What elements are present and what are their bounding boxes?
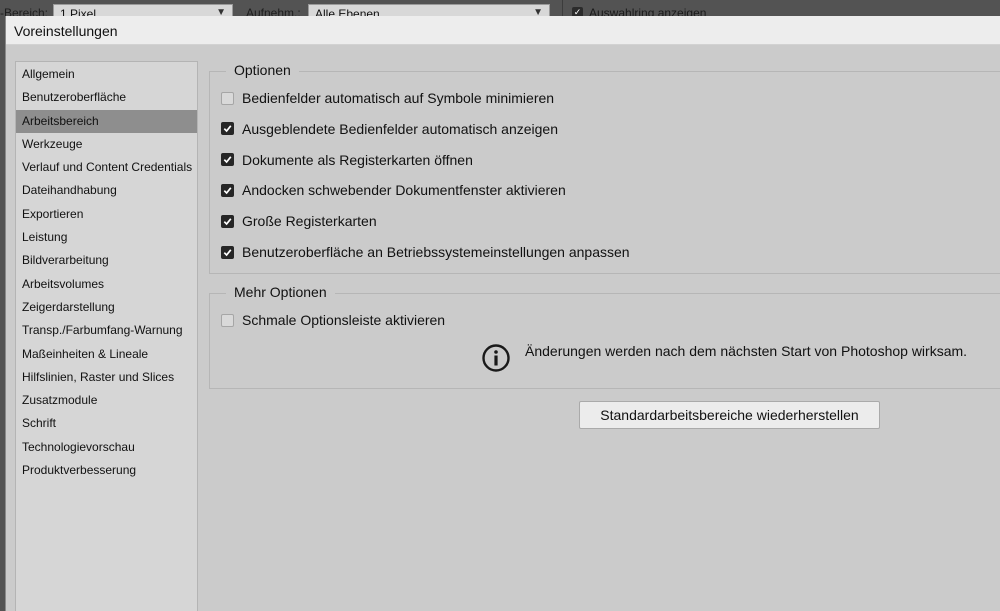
checkbox-checked[interactable] [221, 122, 234, 136]
sidebar-item[interactable]: Produktverbesserung [16, 459, 197, 482]
sidebar-item[interactable]: Werkzeuge [16, 133, 197, 156]
option-label: Benutzeroberfläche an Betriebssystemeins… [242, 244, 630, 260]
more-option-label: Schmale Optionsleiste aktivieren [242, 312, 446, 328]
sidebar-item[interactable]: Zeigerdarstellung [16, 296, 197, 319]
more-options-group-title: Mehr Optionen [226, 284, 335, 300]
sidebar-item[interactable]: Zusatzmodule [16, 389, 197, 412]
option-row[interactable]: Andocken schwebender Dokumentfenster akt… [221, 180, 566, 200]
sidebar-item[interactable]: Leistung [16, 226, 197, 249]
option-row[interactable]: Benutzeroberfläche an Betriebssystemeins… [221, 242, 630, 262]
checkbox-checked[interactable] [221, 183, 234, 197]
option-row[interactable]: Ausgeblendete Bedienfelder automatisch a… [221, 119, 558, 139]
sidebar-item[interactable]: Arbeitsvolumes [16, 273, 197, 296]
sidebar-item[interactable]: Exportieren [16, 203, 197, 226]
option-label: Große Registerkarten [242, 213, 377, 230]
restore-default-workspaces-button[interactable]: Standardarbeitsbereiche wiederherstellen [579, 401, 880, 429]
option-row[interactable]: Bedienfelder automatisch auf Symbole min… [221, 88, 554, 108]
preferences-dialog: Voreinstellungen Allgemein Benutzeroberfl… [5, 16, 1000, 611]
checkbox-unchecked[interactable] [221, 313, 234, 327]
option-label: Bedienfelder automatisch auf Symbole min… [242, 90, 555, 106]
info-circle-icon [482, 344, 510, 372]
more-options-group: Mehr Optionen [209, 284, 1000, 389]
checkbox-checked[interactable] [221, 214, 234, 228]
sidebar-item[interactable]: Arbeitsbereich [16, 109, 197, 133]
dialog-title: Voreinstellungen [6, 16, 1000, 45]
option-label: Dokumente als Registerkarten öffnen [242, 151, 473, 168]
checkbox-checked[interactable] [221, 153, 234, 167]
sidebar-item[interactable]: Dateihandhabung [16, 179, 197, 202]
sidebar-item[interactable]: Transp./Farbumfang-Warnung [16, 319, 197, 342]
sidebar-item[interactable]: Allgemein [16, 63, 197, 86]
sidebar-item[interactable]: Bildverarbeitung [16, 249, 197, 272]
more-option-row[interactable]: Schmale Optionsleiste aktivieren [221, 310, 445, 330]
checkbox-unchecked[interactable] [221, 91, 234, 105]
preferences-nav-list: Allgemein Benutzeroberfläche Arbeitsbereic… [15, 61, 198, 611]
sidebar-item[interactable]: Verlauf und Content Credentials [16, 156, 197, 179]
option-row[interactable]: Große Registerkarten [221, 211, 377, 231]
sidebar-item[interactable]: Hilfslinien, Raster und Slices [16, 366, 197, 389]
option-label: Andocken schwebender Dokumentfenster akt… [242, 182, 566, 199]
sidebar-item[interactable]: Maßeinheiten & Lineale [16, 343, 197, 366]
option-row[interactable]: Dokumente als Registerkarten öffnen [221, 150, 473, 170]
sidebar-item[interactable]: Technologievorschau [16, 436, 197, 459]
checkbox-checked[interactable] [221, 245, 234, 259]
sidebar-item[interactable]: Schrift [16, 412, 197, 435]
restart-info-text: Änderungen werden nach dem nächsten Star… [525, 343, 968, 359]
option-label: Ausgeblendete Bedienfelder automatisch a… [242, 120, 559, 137]
sidebar-item[interactable]: Benutzeroberfläche [16, 86, 197, 109]
options-group-title: Optionen [226, 62, 299, 78]
